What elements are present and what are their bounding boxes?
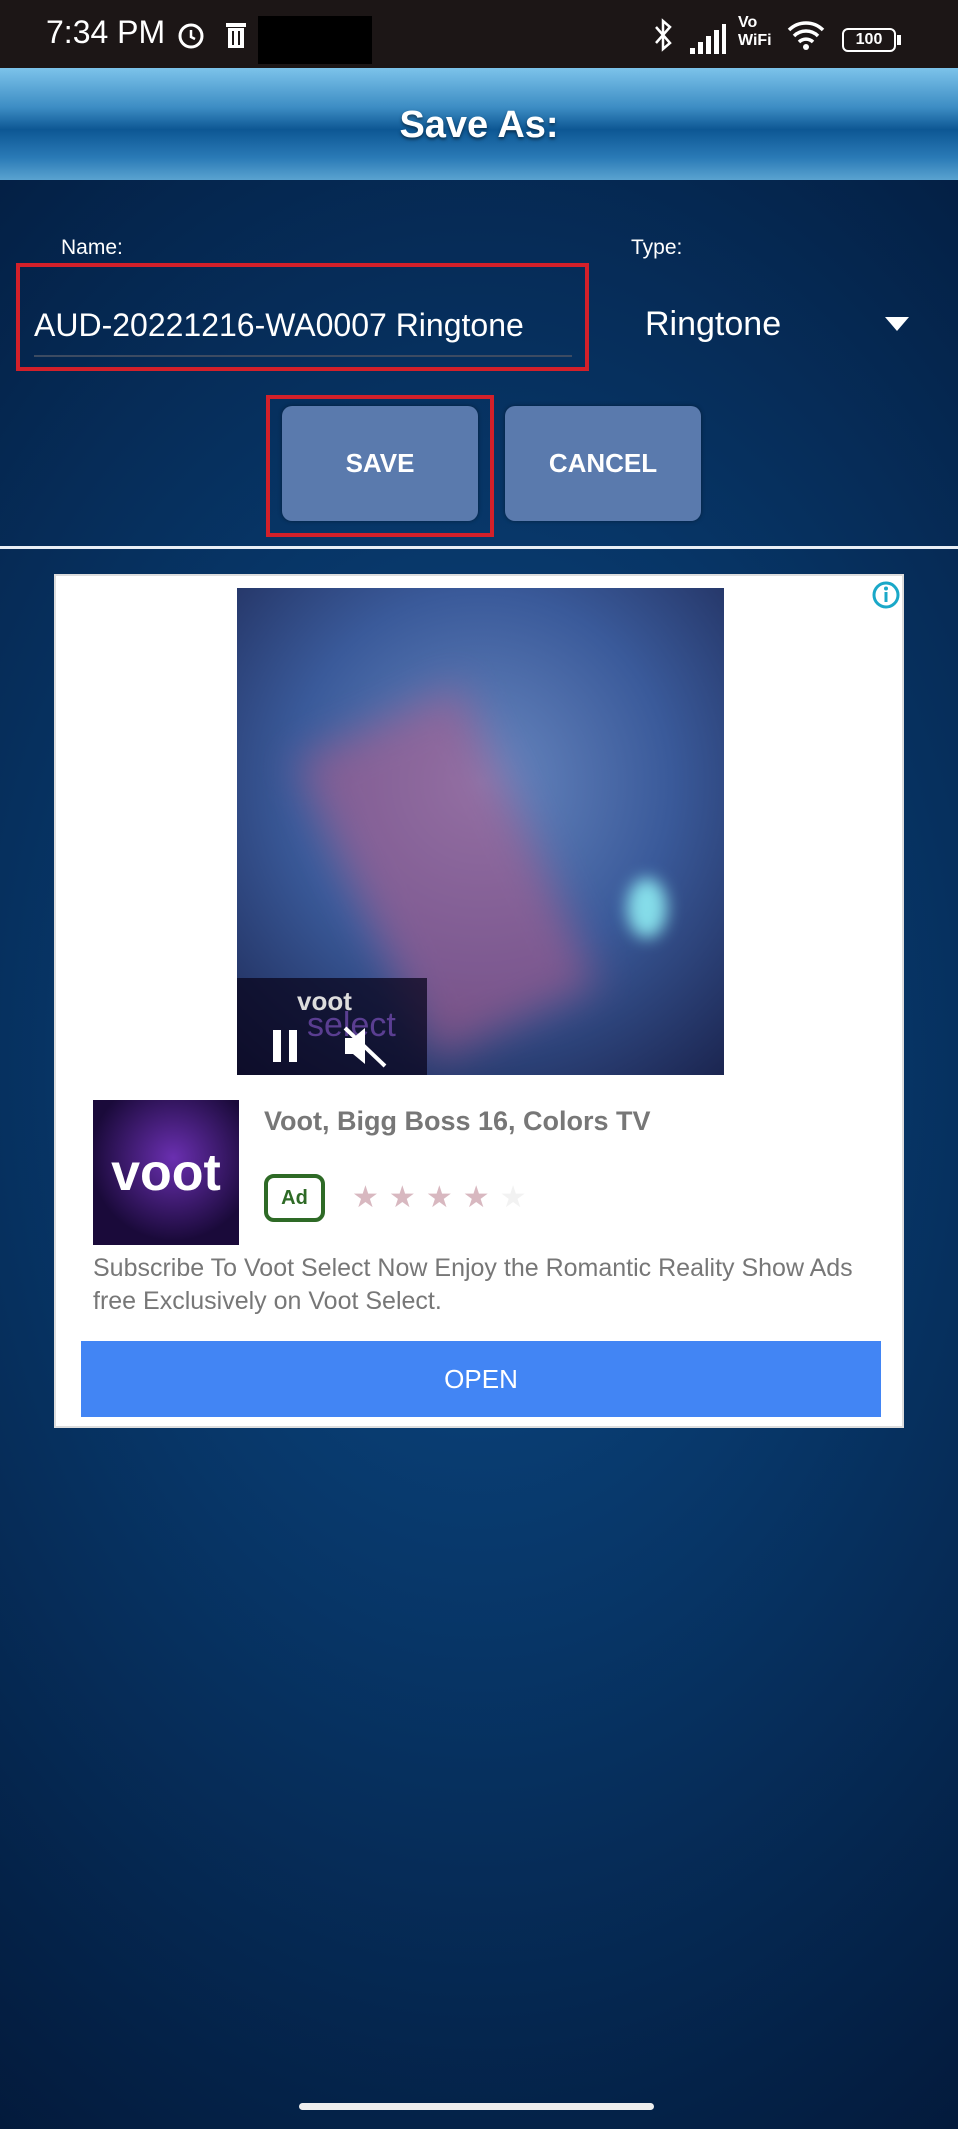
star-icon: ★ <box>388 1181 426 1214</box>
divider <box>0 546 958 549</box>
battery-level: 100 <box>855 31 883 48</box>
battery-icon: 100 <box>842 28 896 52</box>
name-label: Name: <box>61 236 123 259</box>
vowifi-icon: Vo WiFi <box>738 14 772 50</box>
star-icon: ★ <box>425 1181 463 1214</box>
star-icon: ★ <box>352 1181 389 1214</box>
status-bar: 7:34 PM Vo WiFi 100 <box>0 0 958 68</box>
ad-description: Subscribe To Voot Select Now Enjoy the R… <box>93 1254 853 1315</box>
mute-icon[interactable] <box>341 1024 391 1068</box>
type-value: Ringtone <box>645 305 782 343</box>
ad-title[interactable]: Voot, Bigg Boss 16, Colors TV <box>264 1106 651 1137</box>
trash-icon <box>226 23 246 48</box>
vowifi-top: Vo <box>738 14 758 31</box>
alarm-icon <box>178 23 204 49</box>
chevron-down-icon <box>885 317 909 331</box>
open-button[interactable]: OPEN <box>81 1341 881 1417</box>
bluetooth-icon <box>655 18 672 52</box>
vowifi-bottom: WiFi <box>738 32 772 49</box>
app-icon-text: voot <box>111 1143 221 1202</box>
ad-video[interactable]: voot select <box>237 588 724 1075</box>
name-input[interactable] <box>34 295 572 357</box>
star-icon: ★ <box>462 1181 500 1214</box>
save-button[interactable]: SAVE <box>282 406 478 521</box>
ad-badge: Ad <box>264 1174 325 1222</box>
wifi-icon <box>787 21 825 50</box>
page-title: Save As: <box>399 104 559 146</box>
signal-icon <box>690 24 726 54</box>
home-indicator[interactable] <box>299 2103 654 2110</box>
ad-card[interactable]: voot select voot Voot, Bigg Boss 16, Col… <box>54 574 904 1428</box>
pause-icon[interactable] <box>271 1028 301 1064</box>
type-label: Type: <box>631 236 683 259</box>
dialog-header: Save As: <box>0 68 958 180</box>
type-dropdown[interactable]: Ringtone <box>630 295 930 357</box>
info-icon[interactable] <box>871 580 901 610</box>
rating-stars: ★★★★★ <box>352 1180 537 1215</box>
star-icon: ★ <box>499 1181 537 1214</box>
redacted-area <box>258 16 372 64</box>
status-time: 7:34 PM <box>46 14 166 50</box>
app-icon[interactable]: voot <box>93 1100 239 1245</box>
cancel-button[interactable]: CANCEL <box>505 406 701 521</box>
